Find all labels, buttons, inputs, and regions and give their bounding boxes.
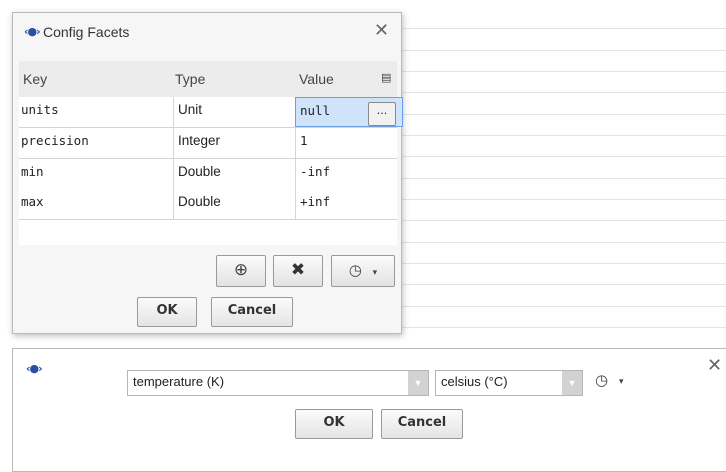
history-icon[interactable]: ◷ [595, 371, 608, 389]
niagara-logo-icon: ‹●› [26, 362, 43, 375]
unit-picker-dialog: ‹●› ✕ temperature (K) ▼ celsius (°C) ▼ ◷… [12, 348, 726, 472]
list-row-divider [400, 220, 726, 221]
cell-key: max [21, 194, 44, 209]
delete-facet-button[interactable]: ✖ [273, 255, 323, 287]
cell-type: Double [173, 159, 298, 189]
close-icon[interactable]: ✕ [707, 355, 722, 376]
chevron-down-icon[interactable]: ▼ [562, 371, 582, 395]
column-header-type[interactable]: Type [175, 71, 205, 87]
list-row-divider [400, 71, 726, 72]
delete-icon: ✖ [290, 260, 306, 280]
cell-type: Integer [173, 128, 298, 158]
facets-table: Key Type Value ▤ units Unit null ... pre… [19, 61, 403, 245]
ok-button[interactable]: OK [137, 297, 197, 327]
column-chooser-icon[interactable]: ▤ [381, 71, 391, 84]
list-row-divider [400, 178, 726, 179]
chevron-down-icon[interactable]: ▼ [408, 371, 428, 395]
add-facet-button[interactable]: ⊕ [216, 255, 266, 287]
list-row-divider [400, 263, 726, 264]
cell-value[interactable]: +inf [295, 189, 402, 219]
add-icon: ⊕ [233, 260, 249, 280]
list-row-divider [400, 156, 726, 157]
cell-type: Unit [173, 97, 298, 127]
list-row-divider [400, 28, 726, 29]
close-icon[interactable]: ✕ [374, 20, 389, 41]
list-row-divider [400, 306, 726, 307]
list-row-divider [400, 135, 726, 136]
cell-key: min [21, 164, 44, 179]
table-row[interactable]: min Double -inf [19, 159, 397, 190]
config-facets-dialog: ‹●› Config Facets ✕ Key Type Value ▤ uni… [12, 12, 403, 334]
table-row[interactable]: precision Integer 1 [19, 128, 397, 159]
chevron-down-icon: ▾ [372, 268, 378, 278]
ok-button[interactable]: OK [295, 409, 373, 439]
cell-value[interactable]: 1 [295, 128, 402, 158]
ellipsis-button[interactable]: ... [368, 102, 396, 126]
list-row-divider [400, 199, 726, 200]
cell-value[interactable]: -inf [295, 159, 402, 189]
chevron-down-icon[interactable]: ▾ [619, 377, 624, 387]
column-header-key[interactable]: Key [23, 71, 47, 87]
list-row-divider [400, 284, 726, 285]
list-row-divider [400, 50, 726, 51]
cell-type: Double [173, 189, 298, 219]
table-row[interactable]: max Double +inf [19, 189, 397, 220]
unit-select[interactable]: celsius (°C) ▼ [435, 370, 583, 396]
cell-key: units [21, 102, 59, 117]
niagara-logo-icon: ‹●› [24, 25, 41, 38]
table-header: Key Type Value ▤ [19, 61, 397, 97]
table-row[interactable]: units Unit null ... [19, 97, 403, 128]
cancel-button[interactable]: Cancel [381, 409, 463, 439]
history-icon: ◷ [348, 261, 362, 279]
history-dropdown-button[interactable]: ◷ ▾ [331, 255, 395, 287]
cell-key: precision [21, 133, 89, 148]
column-header-value[interactable]: Value [299, 71, 334, 87]
dialog-title: Config Facets [43, 24, 130, 40]
unit-select-value: celsius (°C) [441, 374, 508, 389]
list-row-divider [400, 327, 726, 328]
list-row-divider [400, 242, 726, 243]
quantity-select[interactable]: temperature (K) ▼ [127, 370, 429, 396]
quantity-select-value: temperature (K) [133, 374, 225, 389]
list-row-divider [400, 114, 726, 115]
cancel-button[interactable]: Cancel [211, 297, 293, 327]
list-row-divider [400, 92, 726, 93]
dialog-titlebar[interactable]: ‹●› Config Facets ✕ [13, 13, 401, 51]
